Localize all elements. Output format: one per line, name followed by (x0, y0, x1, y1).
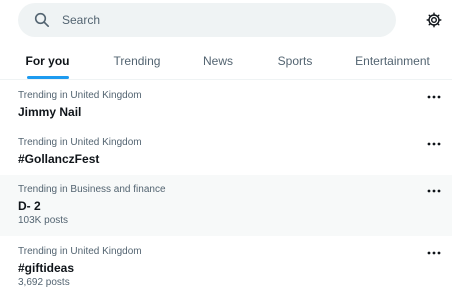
tab-trending[interactable]: Trending (95, 43, 179, 79)
trend-context: Trending in United Kingdom (18, 246, 142, 257)
more-dots-icon[interactable] (424, 91, 444, 103)
top-bar (0, 0, 452, 40)
trend-item[interactable]: Trending in United Kingdom Jimmy Nail (0, 81, 452, 128)
trend-name: Jimmy Nail (18, 105, 82, 119)
search-box[interactable] (18, 3, 396, 37)
trend-item[interactable]: Trending in United Kingdom #giftideas 3,… (0, 236, 452, 297)
tab-news[interactable]: News (179, 43, 257, 79)
trend-context: Trending in United Kingdom (18, 90, 142, 101)
active-tab-indicator (26, 76, 69, 79)
search-icon (34, 12, 49, 27)
tab-for-you[interactable]: For you (0, 43, 95, 79)
tab-label: Sports (277, 54, 313, 68)
tab-label: News (202, 54, 233, 68)
trend-name: #GollanczFest (18, 152, 100, 166)
trend-post-count: 103K posts (18, 215, 69, 226)
trend-context: Trending in Business and finance (18, 184, 166, 195)
trend-item[interactable]: Trending in United Kingdom #GollanczFest (0, 128, 452, 175)
trend-item[interactable]: Trending in Business and finance D- 2 10… (0, 175, 452, 236)
trend-name: D- 2 (18, 199, 41, 213)
trend-post-count: 3,692 posts (18, 277, 70, 288)
tab-sports[interactable]: Sports (257, 43, 333, 79)
trend-name: #giftideas (18, 261, 75, 275)
more-dots-icon[interactable] (424, 138, 444, 150)
more-dots-icon[interactable] (424, 185, 444, 197)
tab-label: For you (25, 54, 70, 68)
tab-entertainment[interactable]: Entertainment (333, 43, 452, 79)
tab-label: Trending (113, 54, 161, 68)
tab-bar: For you Trending News Sports Entertainme… (0, 43, 452, 80)
search-input[interactable] (62, 3, 382, 37)
gear-icon[interactable] (426, 12, 442, 28)
tab-label: Entertainment (355, 54, 430, 68)
trend-context: Trending in United Kingdom (18, 137, 142, 148)
more-dots-icon[interactable] (424, 247, 444, 259)
